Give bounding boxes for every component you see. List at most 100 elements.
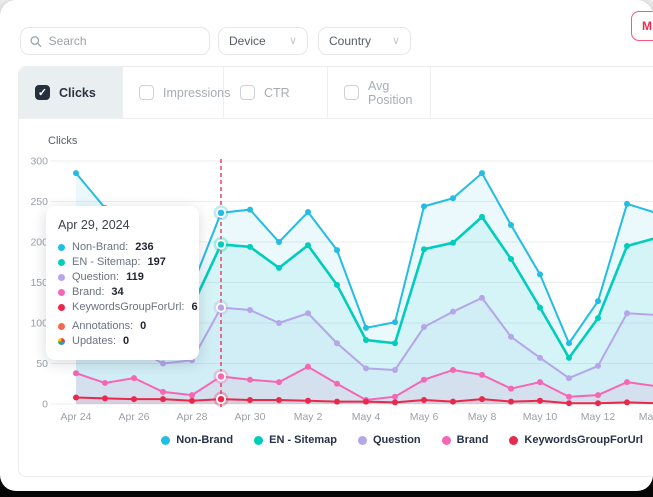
data-point[interactable] (102, 395, 108, 401)
data-point[interactable] (363, 399, 369, 405)
data-point[interactable] (479, 396, 485, 402)
data-point[interactable] (305, 310, 311, 316)
data-point[interactable] (131, 396, 137, 402)
data-point[interactable] (305, 364, 311, 370)
more-button[interactable]: M (631, 11, 653, 41)
data-point[interactable] (537, 398, 543, 404)
data-point[interactable] (421, 397, 427, 403)
data-point[interactable] (73, 395, 79, 401)
highlight-point[interactable] (218, 373, 224, 379)
data-point[interactable] (537, 271, 543, 277)
data-point[interactable] (479, 170, 485, 176)
data-point[interactable] (334, 247, 340, 253)
data-point[interactable] (537, 355, 543, 361)
data-point[interactable] (334, 282, 340, 288)
data-point[interactable] (595, 298, 601, 304)
data-point[interactable] (247, 377, 253, 383)
data-point[interactable] (131, 375, 137, 381)
legend-item[interactable]: EN - Sitemap (254, 434, 337, 446)
data-point[interactable] (247, 207, 253, 213)
legend-label: KeywordsGroupForUrl (524, 434, 643, 446)
legend-item[interactable]: KeywordsGroupForUrl (509, 434, 643, 446)
data-point[interactable] (624, 310, 630, 316)
data-point[interactable] (363, 325, 369, 331)
legend-label: Question (373, 434, 421, 446)
data-point[interactable] (566, 394, 572, 400)
highlight-point[interactable] (218, 304, 224, 310)
data-point[interactable] (566, 340, 572, 346)
data-point[interactable] (508, 399, 514, 405)
data-point[interactable] (276, 320, 282, 326)
data-point[interactable] (508, 386, 514, 392)
data-point[interactable] (276, 379, 282, 385)
data-point[interactable] (624, 201, 630, 207)
data-point[interactable] (566, 375, 572, 381)
data-point[interactable] (276, 265, 282, 271)
data-point[interactable] (595, 315, 601, 321)
data-point[interactable] (305, 209, 311, 215)
data-point[interactable] (508, 334, 514, 340)
data-point[interactable] (595, 400, 601, 406)
data-point[interactable] (189, 398, 195, 404)
data-point[interactable] (363, 365, 369, 371)
data-point[interactable] (566, 355, 572, 361)
data-point[interactable] (334, 340, 340, 346)
data-point[interactable] (247, 397, 253, 403)
tooltip-extra-rows: Annotations: 0Updates: 0 (58, 320, 187, 347)
data-point[interactable] (537, 305, 543, 311)
data-point[interactable] (421, 246, 427, 252)
data-point[interactable] (537, 379, 543, 385)
search-input[interactable] (49, 34, 200, 48)
data-point[interactable] (363, 337, 369, 343)
highlight-point[interactable] (218, 210, 224, 216)
data-point[interactable] (334, 381, 340, 387)
data-point[interactable] (624, 399, 630, 405)
data-point[interactable] (392, 340, 398, 346)
legend-item[interactable]: Question (358, 434, 421, 446)
data-point[interactable] (479, 214, 485, 220)
data-point[interactable] (276, 239, 282, 245)
data-point[interactable] (247, 307, 253, 313)
legend-item[interactable]: Brand (442, 434, 489, 446)
data-point[interactable] (508, 256, 514, 262)
data-point[interactable] (624, 243, 630, 249)
data-point[interactable] (73, 170, 79, 176)
data-point[interactable] (189, 392, 195, 398)
data-point[interactable] (450, 309, 456, 315)
highlight-point[interactable] (218, 241, 224, 247)
data-point[interactable] (624, 379, 630, 385)
data-point[interactable] (160, 361, 166, 367)
data-point[interactable] (595, 392, 601, 398)
data-point[interactable] (508, 222, 514, 228)
data-point[interactable] (450, 195, 456, 201)
data-point[interactable] (102, 380, 108, 386)
data-point[interactable] (479, 372, 485, 378)
data-point[interactable] (421, 377, 427, 383)
data-point[interactable] (305, 242, 311, 248)
data-point[interactable] (450, 240, 456, 246)
data-point[interactable] (392, 367, 398, 373)
data-point[interactable] (450, 399, 456, 405)
device-select[interactable]: Device ∨ (218, 27, 308, 55)
data-point[interactable] (160, 389, 166, 395)
data-point[interactable] (305, 398, 311, 404)
data-point[interactable] (421, 324, 427, 330)
device-select-label: Device (229, 34, 266, 48)
data-point[interactable] (595, 363, 601, 369)
data-point[interactable] (73, 370, 79, 376)
x-tick-label: May 2 (294, 411, 323, 423)
data-point[interactable] (334, 399, 340, 405)
data-point[interactable] (450, 367, 456, 373)
data-point[interactable] (392, 394, 398, 400)
data-point[interactable] (392, 399, 398, 405)
data-point[interactable] (421, 203, 427, 209)
data-point[interactable] (566, 400, 572, 406)
data-point[interactable] (247, 244, 253, 250)
data-point[interactable] (160, 396, 166, 402)
country-select[interactable]: Country ∨ (318, 27, 411, 55)
data-point[interactable] (392, 319, 398, 325)
data-point[interactable] (276, 397, 282, 403)
data-point[interactable] (479, 295, 485, 301)
highlight-point[interactable] (218, 396, 224, 402)
legend-item[interactable]: Non-Brand (161, 434, 233, 446)
